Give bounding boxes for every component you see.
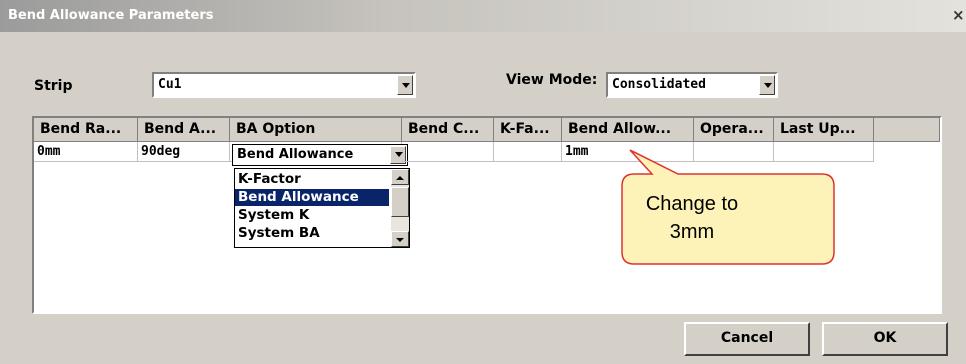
bend-allowance-dialog: Bend Allowance Parameters × Strip Cu1 Vi… <box>0 0 966 364</box>
callout-line-2: 3mm <box>669 221 715 243</box>
cancel-button[interactable]: Cancel <box>684 322 810 356</box>
ok-button[interactable]: OK <box>822 322 948 356</box>
callout-text: Change to 3mm <box>612 190 772 246</box>
callout-balloon <box>621 149 835 265</box>
callout-line-1: Change to <box>645 193 739 215</box>
